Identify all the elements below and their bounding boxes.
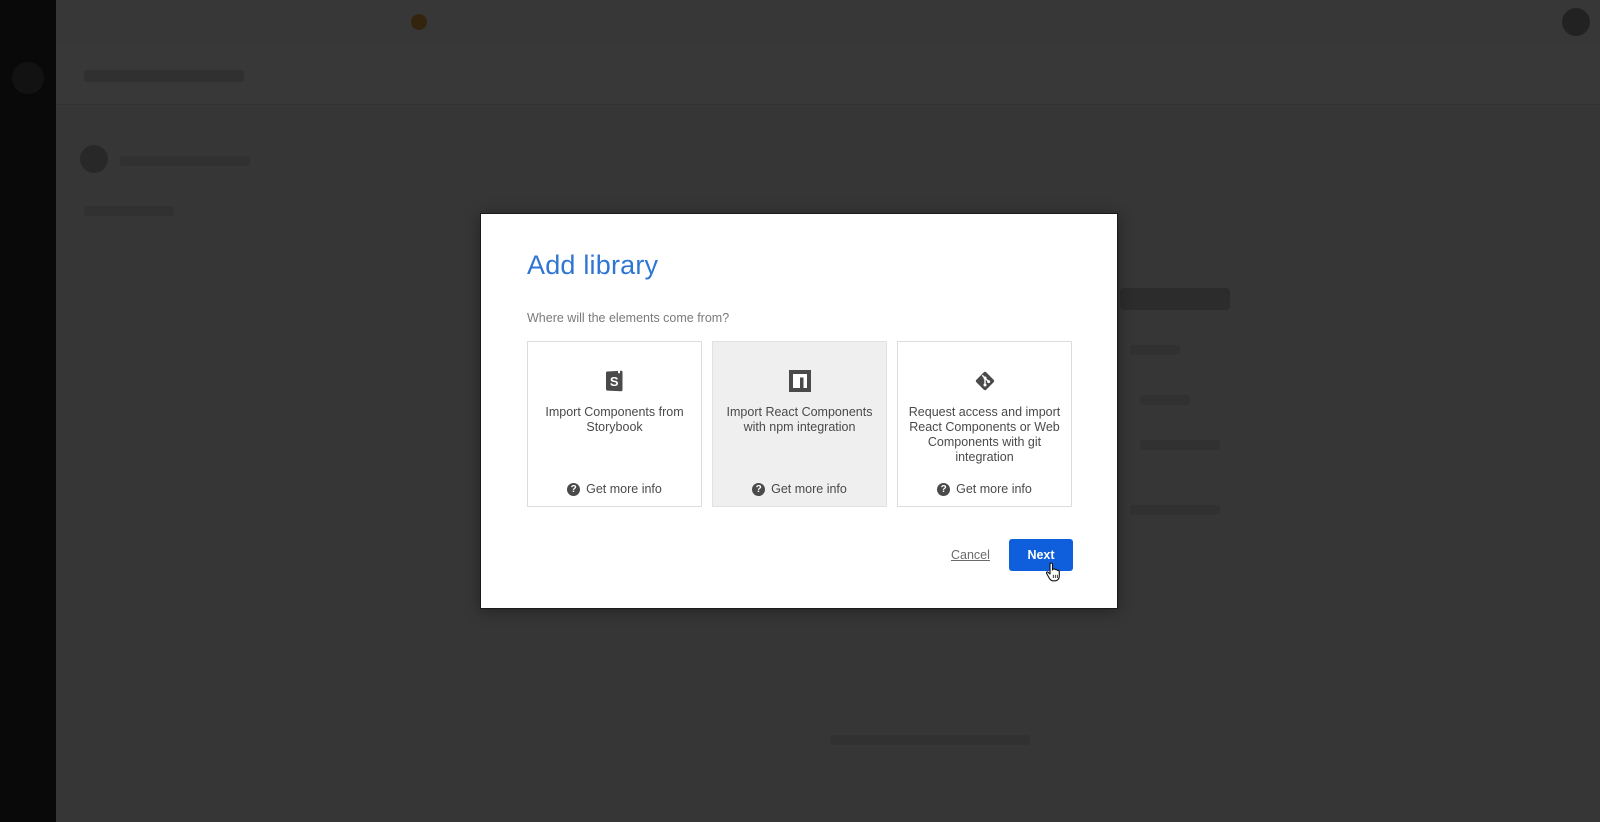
question-mark-icon: ? bbox=[567, 482, 581, 496]
option-card-npm[interactable]: Import React Components with npm integra… bbox=[712, 341, 887, 507]
option-description: Import Components from Storybook bbox=[545, 405, 684, 434]
app-window: Add library Where will the elements come… bbox=[0, 0, 1600, 822]
question-mark-icon: ? bbox=[752, 482, 766, 496]
git-icon bbox=[975, 371, 994, 391]
get-more-info-label: Get more info bbox=[586, 482, 662, 496]
option-description: Request access and import React Componen… bbox=[908, 405, 1061, 464]
option-description: Import React Components with npm integra… bbox=[726, 405, 873, 434]
get-more-info-label: Get more info bbox=[771, 482, 847, 496]
option-card-storybook[interactable]: S Import Components from Storybook ? Get… bbox=[527, 341, 702, 507]
npm-icon bbox=[788, 370, 811, 392]
add-library-dialog: Add library Where will the elements come… bbox=[480, 213, 1118, 609]
hand-cursor-icon bbox=[1045, 562, 1060, 582]
source-options: S Import Components from Storybook ? Get… bbox=[527, 341, 1072, 507]
cancel-button[interactable]: Cancel bbox=[951, 548, 990, 562]
source-question: Where will the elements come from? bbox=[527, 311, 730, 325]
get-more-info-link[interactable]: ? Get more info bbox=[528, 482, 701, 496]
svg-text:S: S bbox=[609, 374, 618, 389]
option-card-git[interactable]: Request access and import React Componen… bbox=[897, 341, 1072, 507]
get-more-info-label: Get more info bbox=[956, 482, 1032, 496]
next-button[interactable]: Next bbox=[1009, 539, 1073, 571]
question-mark-icon: ? bbox=[937, 482, 951, 496]
dialog-title: Add library bbox=[527, 250, 659, 280]
get-more-info-link[interactable]: ? Get more info bbox=[713, 482, 886, 496]
get-more-info-link[interactable]: ? Get more info bbox=[898, 482, 1071, 496]
storybook-icon: S bbox=[605, 370, 622, 392]
